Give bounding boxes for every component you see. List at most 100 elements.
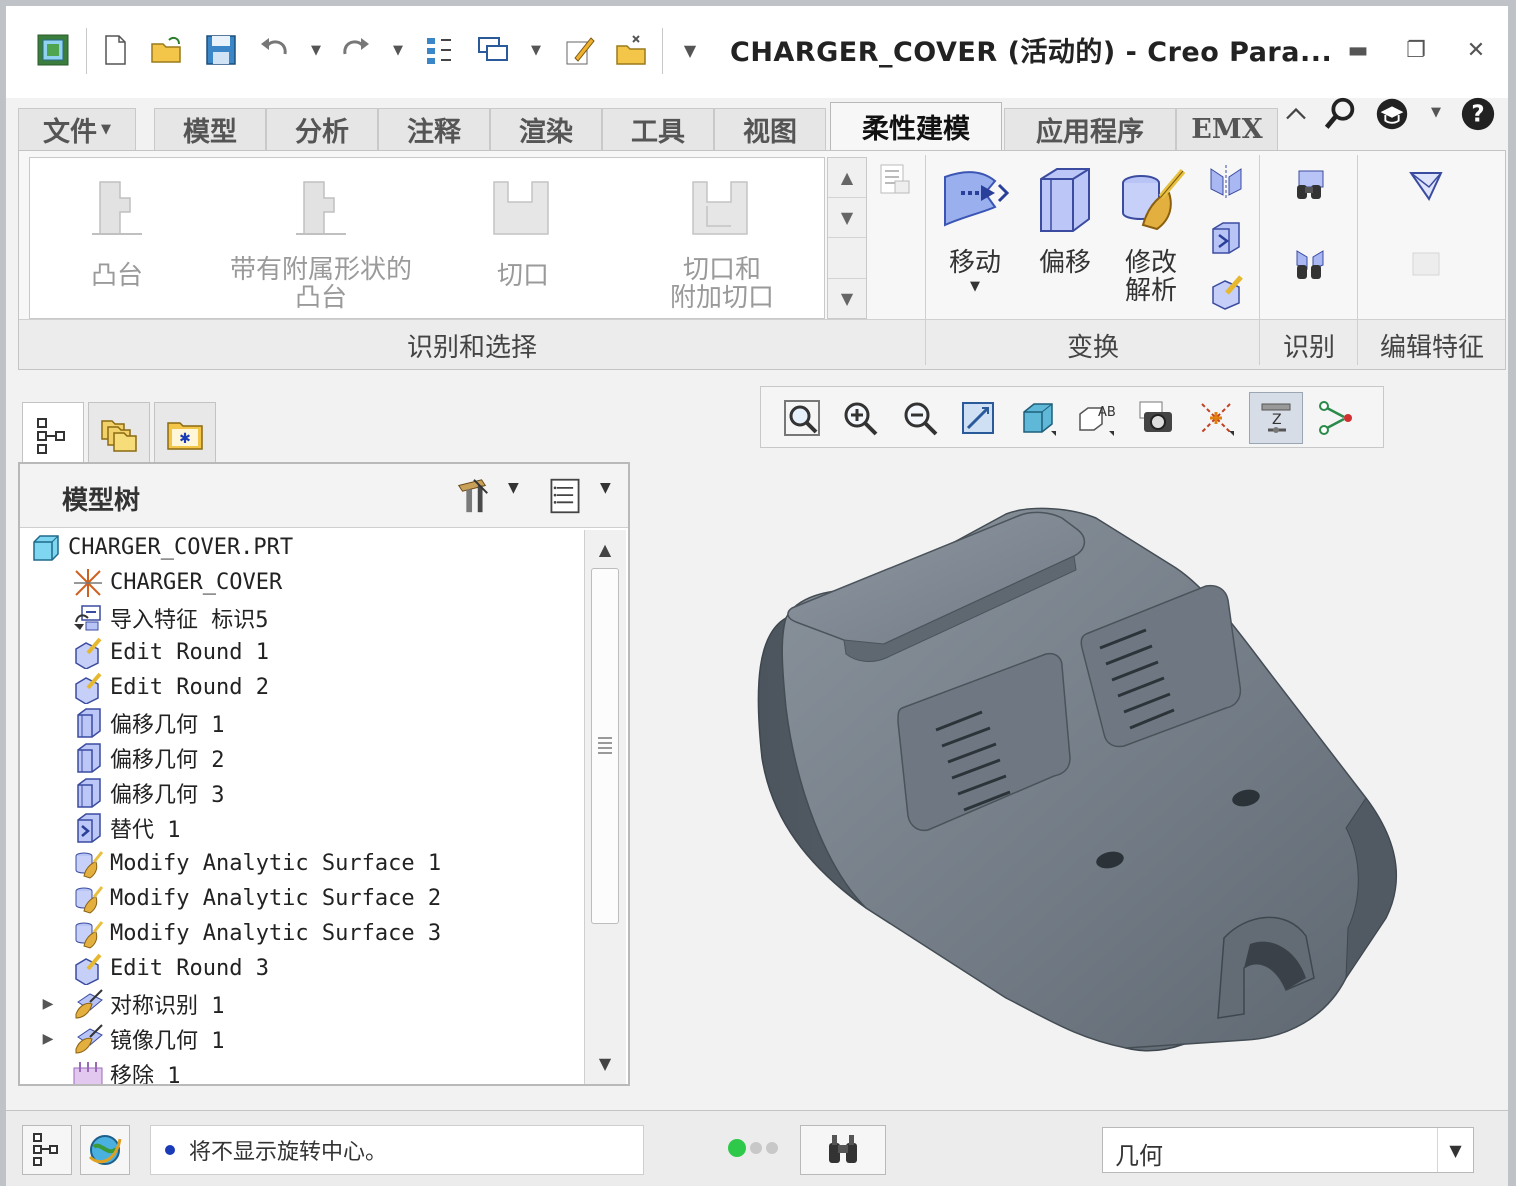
open-folder-icon[interactable]: [146, 28, 188, 72]
repaint-icon[interactable]: [951, 392, 1005, 444]
tree-item-edit-round-2[interactable]: Edit Round 2: [70, 670, 269, 705]
substitute-icon[interactable]: [1205, 217, 1247, 259]
help-icon[interactable]: ?: [1458, 94, 1498, 134]
tree-item-import-feature[interactable]: 导入特征 标识5: [70, 600, 269, 635]
gallery-item-cut-and-attach[interactable]: 切口和 附加切口: [670, 176, 774, 312]
save-icon[interactable]: [200, 28, 242, 72]
tree-item-edit-round-3[interactable]: Edit Round 3: [70, 951, 269, 986]
redo-icon[interactable]: [334, 28, 376, 72]
tree-settings-dropdown-icon[interactable]: ▼: [508, 480, 519, 496]
gallery-expand-icon[interactable]: ▼: [828, 278, 866, 318]
zoom-in-icon[interactable]: [833, 392, 887, 444]
tab-folder-browser[interactable]: [88, 402, 150, 464]
tree-item-offset-geometry-2[interactable]: 偏移几何 2: [70, 740, 225, 775]
tree-item-symmetry-recognition-1[interactable]: 对称识别 1: [70, 986, 225, 1021]
undo-icon[interactable]: [254, 28, 296, 72]
graphics-window[interactable]: [646, 458, 1504, 1098]
toggle-navigator-button[interactable]: [22, 1125, 72, 1175]
tree-item-modify-analytic-1[interactable]: Modify Analytic Surface 1: [70, 846, 441, 881]
tab-tools[interactable]: 工具: [602, 108, 714, 150]
modify-analytic-button[interactable]: 修改 解析: [1113, 163, 1189, 305]
coordinate-system-icon: [70, 566, 106, 600]
tree-item-modify-analytic-2[interactable]: Modify Analytic Surface 2: [70, 881, 441, 916]
close-button[interactable]: ✕: [1454, 30, 1498, 70]
pattern-recognition-icon[interactable]: [1289, 165, 1331, 207]
charger-cover-model[interactable]: [646, 458, 1504, 1098]
tree-item-remove-1[interactable]: 移除 1: [70, 1056, 181, 1084]
expand-symmetry-icon[interactable]: ▶: [40, 986, 56, 1021]
connect-icon[interactable]: [1405, 165, 1447, 207]
spin-center-icon[interactable]: Z: [1249, 392, 1303, 444]
mirror-geometry-icon: [70, 1022, 106, 1056]
model-tree-scrollbar[interactable]: ▲ ▼: [584, 530, 626, 1084]
saved-orientations-icon[interactable]: AB: [1069, 392, 1123, 444]
toggle-browser-button[interactable]: [80, 1125, 130, 1175]
gallery-item-cut[interactable]: 切口: [488, 176, 558, 290]
collapse-ribbon-icon[interactable]: [1276, 94, 1316, 134]
selection-filter[interactable]: 几何 ▼: [1102, 1127, 1474, 1173]
mirror-icon[interactable]: [1205, 161, 1247, 203]
minimize-button[interactable]: ▬: [1336, 30, 1380, 70]
view-manager-icon[interactable]: [1129, 392, 1183, 444]
refit-icon[interactable]: [775, 392, 829, 444]
scroll-thumb[interactable]: [591, 568, 619, 924]
tab-flexible-modeling[interactable]: 柔性建模: [830, 102, 1002, 150]
move-dropdown-icon[interactable]: ▼: [970, 279, 980, 294]
scroll-down-icon[interactable]: ▼: [585, 1046, 625, 1080]
windows-icon[interactable]: [472, 28, 514, 72]
zoom-out-icon[interactable]: [893, 392, 947, 444]
customize-toolbar-icon[interactable]: ▼: [682, 28, 698, 72]
redo-dropdown-icon[interactable]: ▼: [390, 28, 406, 72]
symmetry-recognition-icon[interactable]: [1289, 243, 1331, 285]
tree-show-dropdown-icon[interactable]: ▼: [600, 480, 611, 496]
restore-button[interactable]: ❐: [1394, 30, 1438, 70]
tab-analysis[interactable]: 分析: [266, 108, 378, 150]
tree-item-mirror-geometry-1[interactable]: 镜像几何 1: [70, 1021, 225, 1056]
close-window-icon[interactable]: [610, 28, 652, 72]
svg-text:?: ?: [1471, 102, 1484, 128]
tab-model-tree[interactable]: [22, 402, 84, 468]
tab-render[interactable]: 渲染: [490, 108, 602, 150]
tree-item-edit-round-1[interactable]: Edit Round 1: [70, 635, 269, 670]
selection-filter-dropdown-icon[interactable]: ▼: [1437, 1128, 1473, 1172]
tree-item-substitute-1[interactable]: 替代 1: [70, 810, 181, 845]
scroll-up-icon[interactable]: ▲: [585, 532, 625, 566]
tree-item-modify-analytic-3[interactable]: Modify Analytic Surface 3: [70, 916, 441, 951]
shape-surface-selection-sets-icon[interactable]: [875, 159, 917, 201]
edit-round-icon[interactable]: [1205, 271, 1247, 313]
gallery-scroll-up-icon[interactable]: ▲: [828, 158, 866, 198]
datum-display-icon[interactable]: [1189, 392, 1243, 444]
windows-dropdown-icon[interactable]: ▼: [528, 28, 544, 72]
expand-mirror-icon[interactable]: ▶: [40, 1021, 56, 1056]
edit-icon[interactable]: [558, 28, 600, 72]
tab-favorites[interactable]: ✱: [154, 402, 216, 464]
undo-dropdown-icon[interactable]: ▼: [308, 28, 324, 72]
tab-model[interactable]: 模型: [154, 108, 266, 150]
regenerate-icon[interactable]: [418, 28, 460, 72]
search-icon[interactable]: [1320, 94, 1360, 134]
app-logo-icon[interactable]: [32, 28, 74, 72]
gallery-scroll-down-icon[interactable]: ▼: [828, 198, 866, 238]
find-button[interactable]: [800, 1125, 886, 1175]
tab-view[interactable]: 视图: [714, 108, 826, 150]
offset-button[interactable]: 偏移: [1027, 163, 1103, 277]
tab-applications[interactable]: 应用程序: [1004, 108, 1176, 150]
learning-dropdown-icon[interactable]: ▼: [1428, 94, 1444, 130]
tree-show-icon[interactable]: [544, 474, 586, 518]
tree-item-offset-geometry-1[interactable]: 偏移几何 1: [70, 705, 225, 740]
gallery-item-boss[interactable]: 凸台: [82, 176, 152, 290]
tree-item-coordinate-system[interactable]: CHARGER_COVER: [70, 565, 282, 600]
tab-annotate[interactable]: 注释: [378, 108, 490, 150]
tree-item-offset-geometry-3[interactable]: 偏移几何 3: [70, 775, 225, 810]
move-button[interactable]: 移动 ▼: [937, 163, 1013, 294]
learning-connector-icon[interactable]: [1372, 94, 1412, 134]
tree-item-root-part[interactable]: CHARGER_COVER.PRT: [28, 530, 293, 565]
remove-icon-disabled[interactable]: [1405, 243, 1447, 285]
display-style-icon[interactable]: [1011, 392, 1065, 444]
new-file-icon[interactable]: [94, 28, 136, 72]
tab-emx[interactable]: EMX: [1176, 108, 1278, 150]
tab-file[interactable]: 文件 ▼: [18, 108, 136, 150]
gallery-item-boss-with-attachment[interactable]: 带有附属形状的 凸台: [230, 176, 412, 312]
tree-settings-icon[interactable]: [452, 474, 494, 518]
annotation-display-icon[interactable]: [1309, 392, 1363, 444]
